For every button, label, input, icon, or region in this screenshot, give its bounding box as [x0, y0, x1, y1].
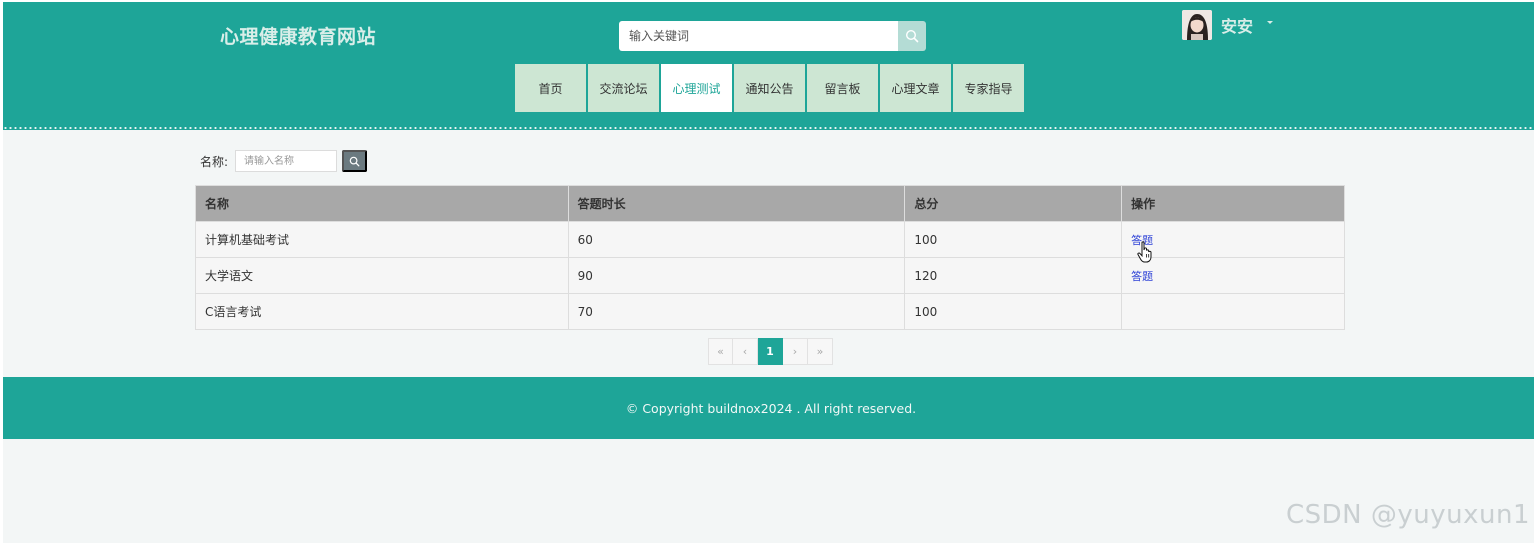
cell-score: 100	[904, 221, 1123, 258]
user-name[interactable]: 安安	[1221, 13, 1253, 37]
page-next-button[interactable]: ›	[783, 338, 808, 365]
page-last-button[interactable]: »	[808, 338, 833, 365]
cell-duration: 90	[567, 257, 906, 294]
nav-item-notices[interactable]: 通知公告	[734, 64, 805, 112]
header-search-input[interactable]	[619, 21, 898, 51]
nav-item-articles[interactable]: 心理文章	[880, 64, 951, 112]
cell-duration: 60	[567, 221, 906, 258]
column-header-score: 总分	[904, 185, 1123, 222]
site-title[interactable]: 心理健康教育网站	[220, 22, 376, 49]
table-row: C语言考试 70 100	[195, 293, 1345, 330]
header-divider	[3, 126, 1534, 130]
page-first-button[interactable]: «	[708, 338, 733, 365]
column-header-action: 操作	[1121, 185, 1345, 222]
nav-item-forum[interactable]: 交流论坛	[588, 64, 659, 112]
name-filter: 名称:	[200, 150, 368, 172]
name-search-button[interactable]	[342, 150, 368, 172]
exam-table: 名称 答题时长 总分 操作 计算机基础考试 60 100 答题 大学语文 90 …	[195, 185, 1345, 330]
watermark: CSDN @yuyuxun1	[1285, 500, 1530, 530]
chevron-down-icon[interactable]	[1267, 20, 1274, 24]
header-search	[619, 21, 926, 51]
cell-score: 100	[904, 293, 1123, 330]
column-header-name: 名称	[195, 185, 569, 222]
cell-name: 大学语文	[195, 257, 569, 294]
avatar	[1182, 10, 1212, 40]
cell-duration: 70	[567, 293, 906, 330]
answer-link[interactable]: 答题	[1131, 270, 1153, 283]
cell-action: 答题	[1121, 221, 1345, 258]
table-row: 大学语文 90 120 答题	[195, 257, 1345, 294]
search-icon	[349, 156, 360, 166]
nav-item-message-board[interactable]: 留言板	[807, 64, 878, 112]
search-icon	[905, 29, 919, 43]
page-prev-button[interactable]: ‹	[733, 338, 758, 365]
user-menu[interactable]: 安安	[1182, 10, 1274, 40]
cell-action: 答题	[1121, 257, 1345, 294]
main-nav: 首页 交流论坛 心理测试 通知公告 留言板 心理文章 专家指导	[515, 64, 1024, 112]
table-row: 计算机基础考试 60 100 答题	[195, 221, 1345, 258]
nav-item-expert-guidance[interactable]: 专家指导	[953, 64, 1024, 112]
nav-item-psych-test[interactable]: 心理测试	[661, 64, 732, 112]
column-header-duration: 答题时长	[567, 185, 906, 222]
filter-label: 名称:	[200, 154, 229, 169]
site-header: 心理健康教育网站 安安 首页 交流论坛 心理测试 通知公告 留言板	[3, 2, 1534, 128]
page-number-current[interactable]: 1	[758, 338, 783, 365]
name-search-input[interactable]	[235, 150, 338, 172]
cell-action	[1121, 293, 1345, 330]
cell-name: 计算机基础考试	[195, 221, 569, 258]
pagination: « ‹ 1 › »	[708, 338, 833, 365]
header-search-button[interactable]	[898, 21, 926, 51]
cell-score: 120	[904, 257, 1123, 294]
copyright-text: © Copyright buildnox2024 . All right res…	[625, 400, 917, 416]
cell-name: C语言考试	[195, 293, 569, 330]
table-header-row: 名称 答题时长 总分 操作	[195, 185, 1345, 222]
nav-item-home[interactable]: 首页	[515, 64, 586, 112]
pointer-hand-icon	[1137, 241, 1155, 263]
site-footer: © Copyright buildnox2024 . All right res…	[3, 377, 1534, 439]
